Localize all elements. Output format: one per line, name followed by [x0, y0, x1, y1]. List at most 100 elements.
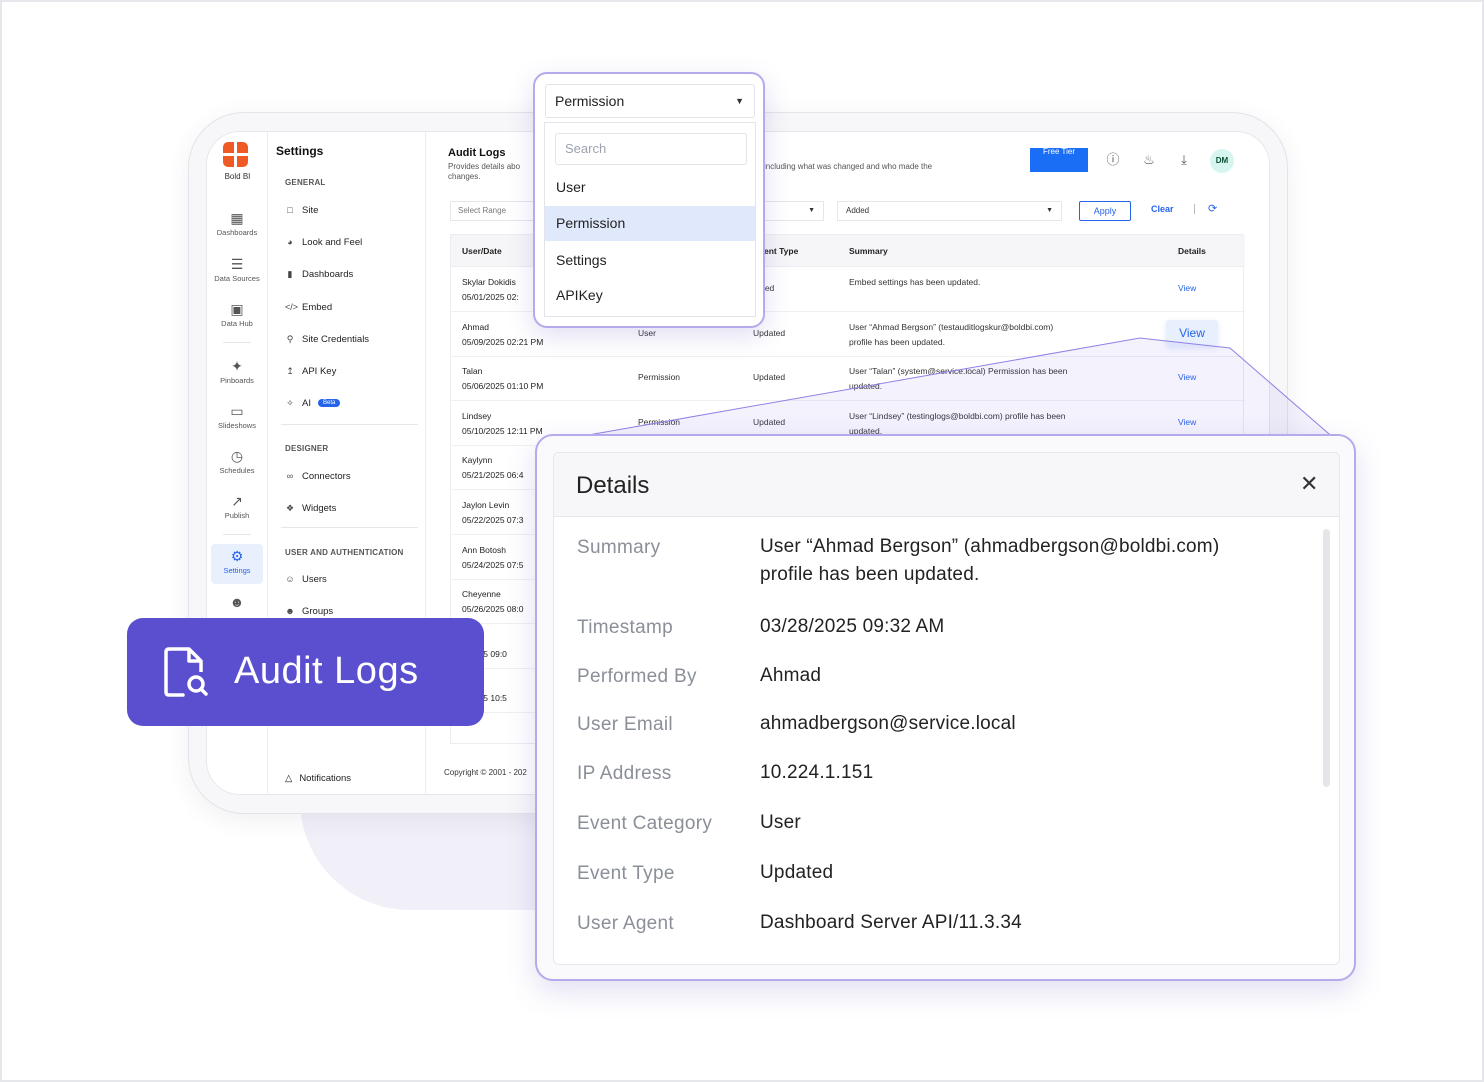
nav-label: Dashboards [302, 268, 354, 280]
column-header[interactable]: ent Type [764, 246, 798, 256]
nav-item-look-and-feel[interactable]: ◕ Look and Feel [285, 234, 362, 250]
desc-line: changes. [448, 172, 481, 181]
view-link[interactable]: View [1178, 372, 1196, 382]
nav-item-connectors[interactable]: ∞ Connectors [285, 468, 351, 484]
field-label-ip-address: IP Address [577, 763, 672, 784]
nav-item-widgets[interactable]: ❖ Widgets [285, 500, 336, 516]
field-label-timestamp: Timestamp [577, 617, 673, 638]
dropdown-option-permission[interactable]: Permission [545, 206, 755, 241]
refresh-icon[interactable]: ⟳ [1208, 202, 1217, 215]
table-row[interactable]: Talan 05/06/2025 01:10 PM Permission Update… [451, 356, 1245, 402]
field-value-user-agent: Dashboard Server API/11.3.34 [760, 912, 1022, 933]
bell-icon[interactable]: ♨ [1141, 152, 1157, 168]
rail-item-pinboards[interactable]: ✦ Pinboards [211, 354, 263, 394]
nav-label: Notifications [299, 773, 352, 784]
avatar[interactable]: DM [1210, 149, 1234, 173]
dropdown-option-apikey[interactable]: APIKey [545, 278, 755, 313]
dropdown-value: Permission [555, 93, 625, 109]
view-link[interactable]: View [1178, 417, 1196, 427]
field-value-timestamp: 03/28/2025 09:32 AM [760, 616, 945, 637]
nav-label: Site Credentials [302, 333, 370, 345]
rail-item-data-hub[interactable]: ▣ Data Hub [211, 297, 263, 337]
column-header[interactable]: Details [1178, 246, 1206, 256]
nav-item-users[interactable]: ☺ Users [285, 571, 327, 587]
details-header: Details ✕ [554, 453, 1339, 517]
cell-event-type: Updated [753, 327, 786, 338]
nav-item-site-credentials[interactable]: ⚲ Site Credentials [285, 331, 369, 347]
summary-line: Embed settings has been updated. [849, 277, 981, 287]
bold-bi-logo[interactable] [223, 142, 249, 168]
badge-label: Audit Logs [234, 650, 419, 692]
nav-label: Embed [302, 301, 333, 313]
widget-icon: ❖ [285, 502, 295, 513]
search-input[interactable]: Search [555, 133, 747, 165]
nav-item-api-key[interactable]: ↥ API Key [285, 363, 336, 379]
users-icon: ☻ [229, 594, 245, 610]
details-dialog: Details ✕ Summary User “Ahmad Bergson” (… [553, 452, 1340, 965]
caret-down-icon: ▼ [808, 207, 815, 214]
nav-item-groups[interactable]: ☻ Groups [285, 603, 333, 619]
cell-user-date: Talan 05/06/2025 01:10 PM [462, 364, 543, 394]
help-icon[interactable]: ⓘ [1105, 152, 1121, 168]
summary-line: profile has been updated. [849, 336, 945, 347]
rail-item-schedules[interactable]: ◷ Schedules [211, 444, 263, 484]
column-header[interactable]: User/Date [462, 246, 502, 256]
cell-event-type: Updated [753, 372, 786, 383]
rail-label: Settings [223, 566, 251, 575]
nav-item-ai[interactable]: ✧ AI Beta [285, 395, 341, 411]
cell-summary: User “Talan” (system@service.local) Perm… [849, 364, 1129, 394]
cell-event-type: Updated [753, 416, 786, 427]
cell-user-date: Lindsey 05/10/2025 12:11 PM [462, 409, 543, 439]
nav-item-notifications[interactable]: △ Notifications [285, 773, 351, 784]
rail-item-dashboards[interactable]: ▦ Dashboards [211, 206, 263, 246]
nav-item-site[interactable]: □ Site [285, 202, 318, 218]
field-label-event-category: Event Category [577, 813, 713, 834]
nav-item-embed[interactable]: </> Embed [285, 299, 332, 315]
cell-user-date: Ahmad 05/09/2025 02:21 PM [462, 320, 543, 350]
cell-date: 05/01/2025 02: [462, 292, 519, 302]
summary-line: profile has been updated. [760, 564, 980, 585]
nav-label: Look and Feel [302, 236, 363, 248]
field-label-user-email: User Email [577, 714, 673, 735]
rail-label: Data Hub [221, 319, 253, 328]
category-select[interactable]: ▼ [764, 201, 824, 221]
cell-user: Jaylon Levin [462, 500, 510, 510]
cell-date: 05/22/2025 07:3 [462, 515, 524, 525]
audit-logs-badge: Audit Logs [127, 618, 484, 726]
rail-label: Schedules [219, 466, 255, 475]
summary-line: updated. [849, 381, 883, 392]
apply-button[interactable]: Apply [1079, 201, 1131, 221]
scrollbar[interactable] [1323, 529, 1330, 787]
cell-summary: User “Ahmad Bergson” (testauditlogskur@b… [849, 320, 1129, 350]
nav-item-dashboards[interactable]: ▮ Dashboards [285, 266, 354, 282]
rail-item-data-sources[interactable]: ☰ Data Sources [211, 252, 263, 292]
cell-user: Talan [462, 366, 483, 377]
download-icon[interactable]: ⤓ [1176, 152, 1192, 168]
rail-label: Pinboards [220, 376, 254, 385]
rail-item-publish[interactable]: ↗ Publish [211, 489, 263, 529]
view-button-highlighted[interactable]: View [1166, 320, 1218, 346]
rail-item-settings[interactable]: ⚙ Settings [211, 544, 263, 584]
dropdown-option-settings[interactable]: Settings [545, 243, 755, 278]
category-dropdown[interactable]: Permission ▼ [545, 84, 755, 118]
rail-item-slideshows[interactable]: ▭ Slideshows [211, 399, 263, 439]
nav-label: API Key [302, 365, 337, 377]
brand-name: Bold BI [224, 172, 251, 181]
cell-user: Ahmad [462, 321, 489, 332]
column-header[interactable]: Summary [849, 246, 888, 256]
view-link[interactable]: View [1178, 283, 1196, 293]
event-type-select[interactable]: Added ▼ [837, 201, 1062, 221]
dropdown-option-user[interactable]: User [545, 170, 755, 205]
free-tier-button[interactable]: Free Tier [1030, 148, 1088, 172]
field-value-ip-address: 10.224.1.151 [760, 762, 874, 783]
clear-button[interactable]: Clear [1151, 204, 1174, 214]
field-value-user-email: ahmadbergson@service.local [760, 713, 1016, 734]
field-value-summary: User “Ahmad Bergson” (ahmadbergson@boldb… [760, 533, 1219, 589]
nav-label: Users [302, 573, 327, 585]
field-label-summary: Summary [577, 537, 661, 558]
close-icon[interactable]: ✕ [1300, 471, 1318, 497]
cell-user-date: Kaylynn 05/21/2025 06:4 [462, 453, 523, 483]
cell-user: Ann Botosh [462, 544, 506, 555]
nav-divider [281, 424, 418, 425]
nav-label: Site [302, 204, 319, 216]
